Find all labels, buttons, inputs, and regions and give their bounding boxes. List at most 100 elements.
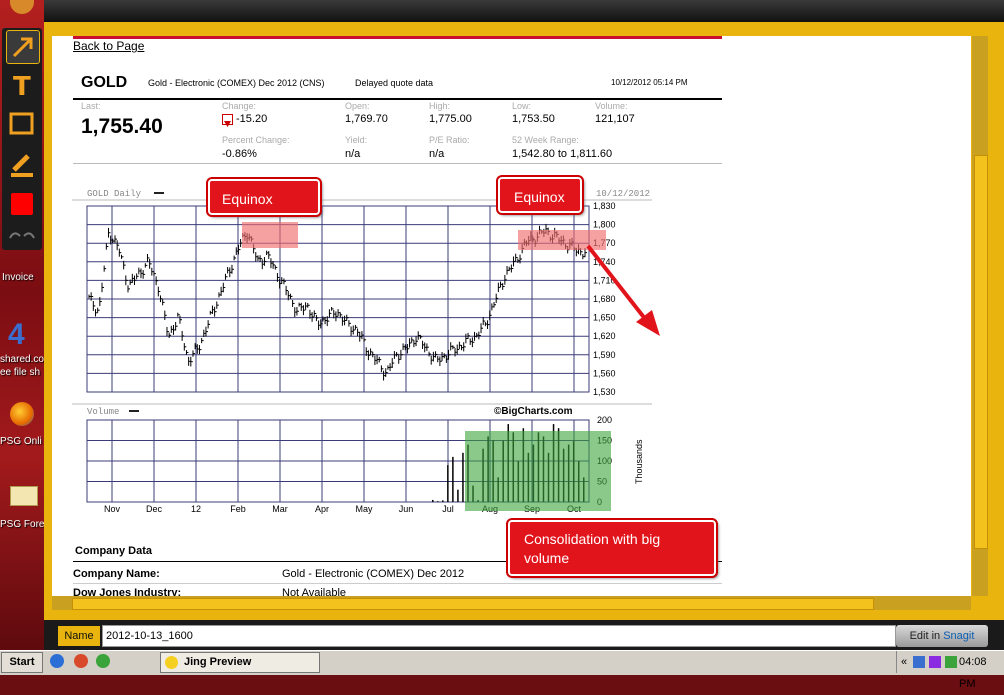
volume-bar <box>452 456 454 502</box>
consolidation-callout: Consolidation with big volume <box>506 518 718 578</box>
month-tick-label: May <box>355 504 373 514</box>
percent-change-value: -0.86% <box>222 148 257 160</box>
open-label: Open: <box>345 101 370 111</box>
month-tick-label: Jun <box>399 504 414 514</box>
start-button[interactable]: Start <box>1 652 43 673</box>
month-tick-label: Jul <box>442 504 454 514</box>
captured-webpage: Back to Page GOLD Gold - Electronic (COM… <box>52 36 971 596</box>
color-swatch-red[interactable] <box>6 188 38 220</box>
volume-bar <box>432 499 434 502</box>
price-tick-label: 1,800 <box>593 220 616 230</box>
horizontal-scroll-thumb[interactable] <box>72 598 874 610</box>
dow-jones-value: Not Available <box>282 587 347 596</box>
high-label: High: <box>429 101 451 111</box>
volume-icon[interactable] <box>945 656 957 668</box>
snagit-brand: Snagit <box>943 630 975 642</box>
volume-axis-label: Thousands <box>634 439 644 484</box>
start-label: Start <box>9 656 35 668</box>
volume-bar <box>462 452 464 502</box>
network-icon[interactable] <box>913 656 925 668</box>
text-tool-icon[interactable]: T <box>6 68 38 102</box>
player-icon[interactable] <box>96 654 110 668</box>
back-to-page-link[interactable]: Back to Page <box>73 39 144 53</box>
equinox-callout-right: Equinox <box>496 175 584 215</box>
taskbar-jing-preview[interactable]: Jing Preview <box>160 652 320 673</box>
volume-bar <box>442 500 444 502</box>
equinox-callout-left: Equinox <box>206 177 322 217</box>
month-tick-label: Apr <box>315 504 329 514</box>
yield-value: n/a <box>345 148 361 160</box>
legend-swatch <box>154 192 164 194</box>
desktop-icon-label: PSG Fore <box>0 519 45 530</box>
change-label: Change: <box>222 101 257 111</box>
clock[interactable]: 04:08 PM <box>959 651 1004 695</box>
desktop-icon-label: Invoice <box>2 272 34 283</box>
edit-in-snagit-button[interactable]: Edit in Snagit <box>896 625 988 647</box>
low-label: Low: <box>512 101 532 111</box>
quote-divider <box>73 163 722 164</box>
last-price: 1,755.40 <box>81 115 163 138</box>
task-label: Jing Preview <box>184 656 252 668</box>
low-value: 1,753.50 <box>512 113 555 125</box>
volume-bar <box>457 489 459 502</box>
svg-text:T: T <box>13 72 31 100</box>
dow-jones-label: Dow Jones Industry: <box>73 587 182 596</box>
edit-prefix: Edit in <box>909 630 941 642</box>
52-week-range-value: 1,542.80 to 1,811.60 <box>512 148 613 160</box>
down-arrow-annotation <box>586 244 660 336</box>
delayed-note: Delayed quote data <box>355 78 434 88</box>
callout-text: Equinox <box>222 191 273 207</box>
tray-app-icon[interactable] <box>929 656 941 668</box>
price-tick-label: 1,830 <box>593 201 616 211</box>
ie-icon[interactable] <box>50 654 64 668</box>
capture-name-input[interactable] <box>102 625 896 647</box>
volume-title: Volume <box>87 407 119 417</box>
firefox-icon[interactable] <box>10 402 34 426</box>
yield-label: Yield: <box>345 135 368 145</box>
month-tick-label: Feb <box>230 504 246 514</box>
arrow-tool-icon[interactable] <box>6 30 40 64</box>
taskbar <box>0 650 1004 675</box>
volume-tick-label: 200 <box>597 415 612 425</box>
month-tick-label: Mar <box>272 504 288 514</box>
chart-date: 10/12/2012 <box>596 189 650 199</box>
month-tick-label: Nov <box>104 504 121 514</box>
4shared-icon[interactable]: 4 <box>8 320 25 350</box>
company-name-value: Gold - Electronic (COMEX) Dec 2012 <box>282 568 465 580</box>
window-top-bar <box>44 0 1004 22</box>
price-tick-label: 1,560 <box>593 368 616 378</box>
media-icon[interactable] <box>74 654 88 668</box>
month-tick-label: 12 <box>191 504 201 514</box>
name-label: Name <box>58 626 100 646</box>
vertical-scroll-thumb[interactable] <box>974 155 988 549</box>
tray-expand-icon[interactable]: « <box>901 651 907 673</box>
mail-icon[interactable] <box>10 486 38 506</box>
quote-timestamp: 10/12/2012 05:14 PM <box>611 78 688 87</box>
company-row-divider <box>73 583 722 584</box>
callout-text: Consolidation with big volume <box>524 531 661 566</box>
undo-redo-icon[interactable] <box>6 226 38 244</box>
chart-title: GOLD Daily <box>87 189 142 199</box>
equinox-highlight-left <box>242 222 298 248</box>
legend-swatch <box>129 410 139 412</box>
header-rule <box>73 98 722 100</box>
open-value: 1,769.70 <box>345 113 388 125</box>
jing-icon <box>165 655 178 669</box>
bigcharts-watermark: ©BigCharts.com <box>494 406 573 417</box>
desktop-icon-label: shared.co <box>0 354 44 365</box>
high-value: 1,775.00 <box>429 113 472 125</box>
52-week-range-label: 52 Week Range: <box>512 135 579 145</box>
volume-bar <box>447 465 449 502</box>
volume-label: Volume: <box>595 101 628 111</box>
ticker-symbol: GOLD <box>81 74 128 91</box>
top-rule <box>73 36 722 39</box>
system-tray: « 04:08 PM <box>896 651 1004 690</box>
firefox-icon[interactable] <box>10 0 34 14</box>
price-tick-label: 1,530 <box>593 387 616 397</box>
volume-highlight <box>465 431 611 511</box>
highlighter-tool-icon[interactable] <box>6 148 38 180</box>
desktop-icon-label: PSG Onli <box>0 436 42 447</box>
down-arrow-icon <box>222 114 233 127</box>
rectangle-tool-icon[interactable] <box>6 108 38 140</box>
jing-toolbar: T <box>2 28 42 250</box>
